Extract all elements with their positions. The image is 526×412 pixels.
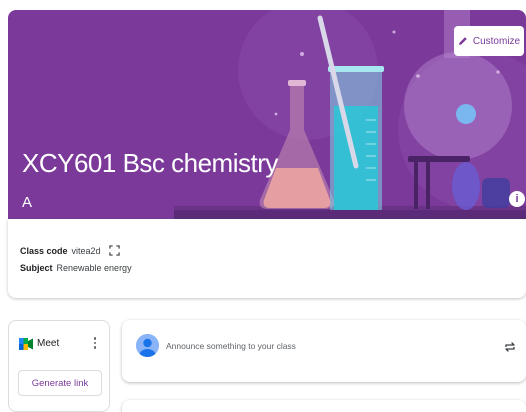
class-details-card: Class code vitea2d Subject Renewable ene… — [8, 219, 526, 298]
subject-value: Renewable energy — [56, 263, 132, 273]
classroom-page: XCY601 Bsc chemistry A Customize i Class… — [0, 0, 526, 412]
generate-link-button[interactable]: Generate link — [18, 370, 102, 396]
repost-icon[interactable] — [503, 340, 517, 354]
customize-label: Customize — [472, 35, 521, 47]
class-code-value: vitea2d — [71, 245, 101, 256]
announce-placeholder: Announce something to your class — [166, 341, 296, 351]
fullscreen-icon[interactable] — [108, 245, 120, 256]
announce-box[interactable]: Announce something to your class — [122, 320, 526, 382]
more-vert-icon[interactable] — [89, 334, 101, 352]
customize-button[interactable]: Customize — [454, 26, 524, 56]
meet-label: Meet — [37, 338, 60, 349]
chemistry-illustration — [174, 10, 526, 219]
user-avatar-icon — [136, 334, 159, 357]
pencil-icon — [458, 37, 467, 45]
meet-icon — [19, 338, 33, 350]
meet-card: Meet Generate link — [8, 320, 110, 412]
class-code-label: Class code — [20, 245, 68, 256]
avatar — [136, 334, 159, 357]
stream-post-card — [122, 400, 526, 412]
info-icon[interactable]: i — [509, 191, 525, 207]
subject-row: Subject Renewable energy — [20, 263, 132, 273]
class-code-row: Class code vitea2d — [20, 245, 120, 256]
subject-label: Subject — [20, 263, 53, 273]
class-title: XCY601 Bsc chemistry — [22, 148, 278, 178]
class-section: A — [22, 194, 33, 211]
class-banner: XCY601 Bsc chemistry A Customize i — [8, 10, 526, 219]
